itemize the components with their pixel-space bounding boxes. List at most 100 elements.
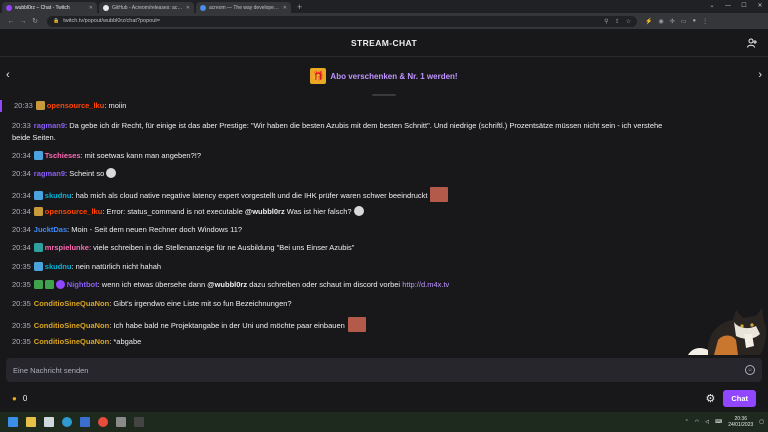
wifi-icon[interactable]: ◠ bbox=[695, 419, 699, 425]
clock-date: 24/01/2023 bbox=[728, 422, 754, 428]
close-icon[interactable]: ✕ bbox=[186, 5, 190, 11]
emote-icon bbox=[106, 168, 117, 178]
keyboard-icon[interactable]: ⌨ bbox=[715, 419, 722, 425]
message-text: : hab mich als cloud native negative lat… bbox=[71, 191, 428, 200]
chat-footer: ● 0 ⚙ Chat bbox=[0, 386, 768, 410]
file-explorer-icon[interactable] bbox=[26, 417, 36, 427]
chat-message: 20:35 skudnu: nein natürlich nicht hahah bbox=[12, 261, 752, 273]
chat-header: STREAM-CHAT bbox=[0, 29, 768, 57]
browser-tab-twitch-chat[interactable]: wubbl0rz – Chat - Twitch ✕ bbox=[2, 2, 97, 13]
chat-message: 20:34 skudnu: hab mich als cloud native n… bbox=[12, 187, 752, 202]
puzzle-icon[interactable]: ✣ bbox=[670, 18, 675, 25]
chat-message: 20:34 ragman9: Scheint so bbox=[12, 168, 752, 180]
close-icon[interactable]: ✕ bbox=[283, 5, 287, 11]
timestamp: 20:35 bbox=[12, 280, 31, 289]
chat-message: 20:35 ConditioSineQuaNon: Gibt's irgendwo… bbox=[12, 298, 752, 310]
share-icon[interactable]: ⇪ bbox=[615, 18, 620, 25]
send-chat-button[interactable]: Chat bbox=[723, 389, 756, 407]
maximize-icon[interactable]: ☐ bbox=[736, 0, 752, 13]
timestamp: 20:34 bbox=[12, 243, 31, 252]
chrome-icon[interactable] bbox=[98, 417, 108, 427]
close-window-icon[interactable]: ✕ bbox=[752, 0, 768, 13]
mention[interactable]: @wubbl0rz bbox=[245, 207, 285, 216]
reload-icon[interactable]: ↻ bbox=[29, 17, 41, 25]
windows-start-icon[interactable] bbox=[8, 417, 18, 427]
extension-icon[interactable]: ⚡ bbox=[645, 18, 652, 25]
chat-message-input[interactable]: Eine Nachricht senden ☺ bbox=[6, 358, 762, 382]
username[interactable]: mrspielunke bbox=[45, 243, 89, 252]
sub-badge-icon bbox=[33, 206, 43, 216]
username[interactable]: ConditioSineQuaNon bbox=[34, 337, 109, 346]
chevron-left-icon[interactable]: ‹ bbox=[6, 69, 10, 81]
channel-points-icon[interactable]: ● bbox=[12, 394, 17, 403]
gear-icon[interactable]: ⚙ bbox=[705, 392, 715, 405]
message-text: : Ich habe bald ne Projektangabe in der … bbox=[109, 321, 345, 330]
users-icon[interactable] bbox=[747, 38, 758, 50]
back-arrow-icon[interactable]: ← bbox=[5, 18, 17, 25]
chat-message: 20:34 opensource_lku: Error: status_comma… bbox=[12, 206, 752, 218]
chat-message: 20:33 ragman9: Da gebe ich dir Recht, für… bbox=[12, 120, 752, 144]
drag-handle[interactable] bbox=[372, 94, 396, 96]
browser-tab-acreom[interactable]: acreom — The way developers g... ✕ bbox=[196, 2, 291, 13]
emote-icon bbox=[353, 206, 364, 216]
notifications-icon[interactable]: ▢ bbox=[759, 419, 764, 425]
close-icon[interactable]: ✕ bbox=[89, 5, 93, 11]
username[interactable]: opensource_lku bbox=[47, 101, 105, 110]
app-icon[interactable] bbox=[44, 417, 54, 427]
app-icon[interactable] bbox=[116, 417, 126, 427]
message-text: : moiin bbox=[104, 101, 127, 110]
channel-points-count: 0 bbox=[22, 393, 28, 403]
extension-icons: ⚡ ◉ ✣ ▭ ● ⋮ bbox=[645, 18, 708, 25]
profile-icon[interactable]: ● bbox=[692, 18, 696, 25]
emote-icon bbox=[347, 317, 366, 332]
timestamp: 20:34 bbox=[12, 169, 31, 178]
username[interactable]: ragman9 bbox=[34, 121, 65, 130]
tab-title: GitHub - Acreom/releases: acreo... bbox=[112, 4, 183, 11]
new-tab-button[interactable]: + bbox=[297, 2, 302, 13]
system-clock[interactable]: 20:36 24/01/2023 bbox=[728, 416, 753, 428]
crown-badge-icon bbox=[33, 190, 43, 200]
chat-message: 20:35 Nightbot: wenn ich etwas übersehe d… bbox=[12, 279, 752, 291]
browser-tab-github[interactable]: GitHub - Acreom/releases: acreo... ✕ bbox=[99, 2, 194, 13]
edge-icon[interactable] bbox=[62, 417, 72, 427]
extension-icon[interactable]: ◉ bbox=[658, 18, 663, 25]
sidebar-icon[interactable]: ▭ bbox=[681, 18, 687, 25]
app-icon[interactable] bbox=[80, 417, 90, 427]
url-input[interactable]: 🔒 twitch.tv/popout/wubbl0rz/chat?popout=… bbox=[47, 15, 637, 27]
message-text-after: dazu schreiben oder schaut im discord vo… bbox=[247, 280, 403, 289]
volume-icon[interactable]: ◁ bbox=[705, 419, 709, 425]
terminal-icon[interactable] bbox=[134, 417, 144, 427]
chevron-down-icon[interactable]: ⌄ bbox=[704, 0, 720, 13]
username[interactable]: ConditioSineQuaNon bbox=[34, 321, 109, 330]
chat-message: 20:35 ConditioSineQuaNon: *abgabe bbox=[12, 336, 752, 348]
message-text: : *abgabe bbox=[109, 337, 142, 346]
emoji-picker-icon[interactable]: ☺ bbox=[745, 365, 755, 375]
chat-message: 20:35 ConditioSineQuaNon: Ich habe bald n… bbox=[12, 317, 752, 332]
username[interactable]: skudnu bbox=[45, 191, 72, 200]
mention[interactable]: @wubbl0rz bbox=[207, 280, 247, 289]
github-favicon-icon bbox=[103, 4, 109, 11]
verified-bot-badge-icon bbox=[44, 279, 54, 289]
username[interactable]: ConditioSineQuaNon bbox=[34, 299, 109, 308]
message-text: : Da gebe ich dir Recht, für einige ist … bbox=[65, 121, 663, 130]
username[interactable]: ragman9 bbox=[34, 169, 65, 178]
star-icon[interactable]: ☆ bbox=[626, 18, 631, 25]
forward-arrow-icon[interactable]: → bbox=[17, 18, 29, 25]
username[interactable]: Tschieses bbox=[45, 151, 81, 160]
timestamp: 20:35 bbox=[12, 299, 31, 308]
username[interactable]: opensource_lku bbox=[45, 207, 103, 216]
message-text: : mit soetwas kann man angeben?!? bbox=[80, 151, 202, 160]
message-text-continued: beide Seiten. bbox=[12, 133, 56, 142]
message-text: : nein natürlich nicht hahah bbox=[71, 262, 162, 271]
chevron-right-icon[interactable]: › bbox=[758, 69, 762, 81]
username[interactable]: skudnu bbox=[45, 262, 72, 271]
tab-title: wubbl0rz – Chat - Twitch bbox=[15, 4, 70, 11]
chat-link[interactable]: http://d.m4x.tv bbox=[402, 280, 449, 289]
zoom-icon[interactable]: ⚲ bbox=[604, 18, 608, 25]
chevron-up-icon[interactable]: ⌃ bbox=[685, 419, 689, 425]
gift-sub-banner[interactable]: ‹ 🎁 Abo verschenken & Nr. 1 werden! › bbox=[0, 57, 768, 95]
menu-dots-icon[interactable]: ⋮ bbox=[702, 18, 708, 25]
username[interactable]: JucktDas bbox=[34, 225, 67, 234]
minimize-icon[interactable]: — bbox=[720, 0, 736, 13]
username[interactable]: Nightbot bbox=[67, 280, 98, 289]
